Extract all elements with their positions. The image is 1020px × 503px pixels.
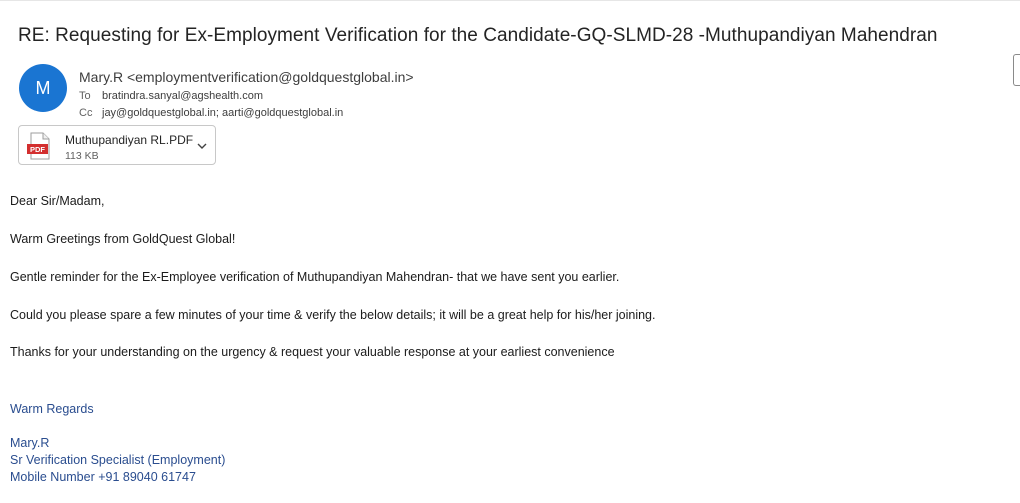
cc-label: Cc	[79, 107, 93, 119]
email-subject: RE: Requesting for Ex-Employment Verific…	[18, 25, 938, 46]
to-row: To bratindra.sanyal@agshealth.com	[79, 90, 263, 102]
to-label: To	[79, 90, 91, 102]
signature-mobile: Mobile Number +91 89040 61747	[10, 470, 196, 484]
pdf-file-icon: PDF	[27, 132, 50, 160]
sender-address[interactable]: Mary.R <employmentverification@goldquest…	[79, 69, 414, 85]
cc-recipients[interactable]: jay@goldquestglobal.in; aarti@goldquestg…	[102, 107, 343, 119]
to-recipient[interactable]: bratindra.sanyal@agshealth.com	[102, 90, 263, 102]
attachment-name: Muthupandiyan RL.PDF	[65, 133, 194, 147]
signature-name: Mary.R	[10, 436, 50, 450]
attachment-card[interactable]: PDF Muthupandiyan RL.PDF 113 KB	[18, 125, 216, 165]
body-line-thanks: Thanks for your understanding on the urg…	[10, 345, 615, 359]
signature-regards: Warm Regards	[10, 402, 94, 416]
sender-avatar: M	[19, 64, 67, 112]
body-line-greetings: Warm Greetings from GoldQuest Global!	[10, 232, 236, 246]
chevron-down-icon[interactable]	[195, 139, 209, 153]
side-panel-toggle-button[interactable]	[1013, 54, 1020, 86]
top-divider	[0, 0, 1020, 1]
pdf-icon-label: PDF	[30, 145, 45, 154]
body-line-request: Could you please spare a few minutes of …	[10, 308, 656, 322]
body-line-reminder: Gentle reminder for the Ex-Employee veri…	[10, 270, 620, 284]
signature-title: Sr Verification Specialist (Employment)	[10, 453, 226, 467]
body-greeting: Dear Sir/Madam,	[10, 194, 105, 208]
attachment-size: 113 KB	[65, 150, 99, 162]
cc-row: Cc jay@goldquestglobal.in; aarti@goldques…	[79, 107, 343, 119]
avatar-initial: M	[35, 77, 51, 98]
